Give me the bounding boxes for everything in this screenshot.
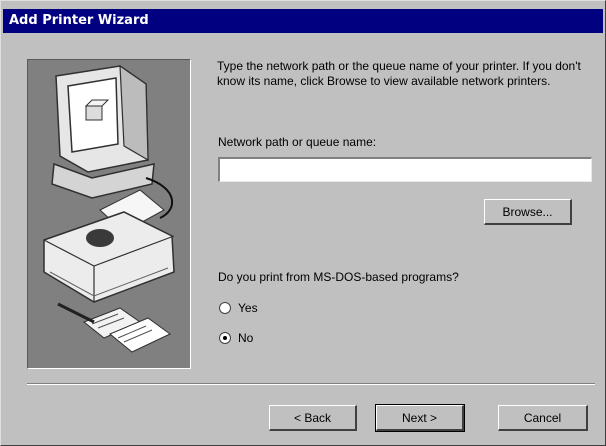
msdos-question-label: Do you print from MS-DOS-based programs?	[218, 270, 459, 284]
next-button[interactable]: Next >	[375, 404, 465, 432]
window-title: Add Printer Wizard	[3, 9, 603, 33]
yes-radio-button[interactable]	[219, 302, 231, 314]
cancel-button[interactable]: Cancel	[498, 405, 588, 431]
network-path-label: Network path or queue name:	[218, 135, 377, 149]
wizard-illustration-panel	[27, 59, 191, 369]
no-radio-label: No	[238, 331, 254, 345]
button-separator	[27, 383, 595, 385]
network-path-input[interactable]	[218, 157, 592, 182]
instructions-text: Type the network path or the queue name …	[217, 59, 581, 88]
yes-radio-label: Yes	[238, 301, 258, 315]
add-printer-wizard-window: Add Printer Wizard Type the network path…	[0, 0, 606, 446]
yes-radio-option[interactable]: Yes	[219, 301, 258, 315]
no-radio-option[interactable]: No	[219, 331, 253, 345]
back-button[interactable]: < Back	[269, 405, 357, 431]
browse-button[interactable]: Browse...	[484, 199, 572, 225]
computer-printer-illustration-icon	[43, 64, 175, 353]
no-radio-button[interactable]	[219, 332, 231, 344]
